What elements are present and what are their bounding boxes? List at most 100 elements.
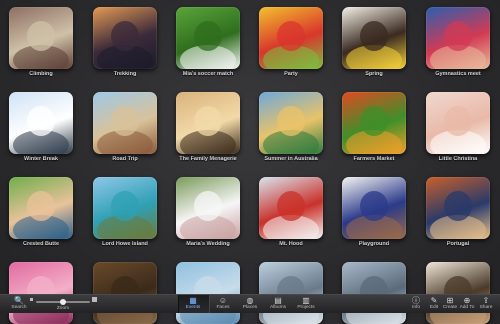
event-album[interactable]: Farmers Market xyxy=(342,92,406,162)
event-album[interactable]: The Family Menagerie xyxy=(176,92,240,162)
event-album[interactable] xyxy=(93,262,157,324)
event-thumbnail[interactable] xyxy=(176,7,240,69)
event-album[interactable]: Crested Butte xyxy=(9,177,73,247)
photo-subject xyxy=(27,21,55,51)
event-title: Portugal xyxy=(446,241,470,247)
event-album[interactable] xyxy=(9,262,73,324)
tab-places[interactable]: ◍ Places xyxy=(238,296,262,311)
zoom-small-icon xyxy=(30,298,33,301)
zoom-slider-knob[interactable] xyxy=(60,299,66,305)
event-album[interactable] xyxy=(342,262,406,324)
event-thumbnail[interactable] xyxy=(259,92,323,154)
tab-events[interactable]: ▦ Events xyxy=(181,296,205,311)
action-label: Share xyxy=(479,305,493,310)
event-thumbnail[interactable] xyxy=(176,177,240,239)
event-thumbnail[interactable] xyxy=(342,177,406,239)
event-album[interactable]: Playground xyxy=(342,177,406,247)
tab-faces[interactable]: ☺ Faces xyxy=(211,296,235,311)
event-title: Maria's Wedding xyxy=(186,241,230,247)
event-thumbnail[interactable] xyxy=(426,177,490,239)
zoom-control: Zoom xyxy=(30,296,97,313)
event-thumbnail[interactable] xyxy=(259,177,323,239)
photo-subject xyxy=(111,106,139,136)
event-thumbnail[interactable] xyxy=(93,262,157,324)
event-title: Summer in Australia xyxy=(264,156,318,162)
event-thumbnail[interactable] xyxy=(9,262,73,324)
tab-label: Faces xyxy=(216,305,230,310)
info-button[interactable]: ⓘ Info xyxy=(407,296,425,311)
places-icon: ◍ xyxy=(246,296,254,305)
event-album[interactable]: Spring xyxy=(342,7,406,77)
event-album[interactable]: Trekking xyxy=(93,7,157,77)
event-thumbnail[interactable] xyxy=(9,7,73,69)
photo-subject xyxy=(360,21,388,51)
photo-subject xyxy=(277,21,305,51)
event-thumbnail[interactable] xyxy=(176,262,240,324)
events-grid: Climbing Trekking Mia's soccer match Party S… xyxy=(0,0,500,324)
zoom-large-icon xyxy=(92,297,97,302)
event-thumbnail[interactable] xyxy=(93,7,157,69)
action-label: Info xyxy=(411,305,420,310)
event-thumbnail[interactable] xyxy=(9,92,73,154)
tab-projects[interactable]: ▥ Projects xyxy=(294,296,318,311)
event-title: Playground xyxy=(358,241,390,247)
zoom-label: Zoom xyxy=(56,306,70,311)
tab-albums[interactable]: ▤ Albums xyxy=(266,296,290,311)
event-thumbnail[interactable] xyxy=(342,262,406,324)
event-title: Party xyxy=(284,71,298,77)
event-title: Little Christina xyxy=(438,156,478,162)
event-thumbnail[interactable] xyxy=(426,7,490,69)
event-album[interactable]: Winter Break xyxy=(9,92,73,162)
event-thumbnail[interactable] xyxy=(259,7,323,69)
event-album[interactable]: Gymnastics meet xyxy=(426,7,490,77)
event-thumbnail[interactable] xyxy=(342,92,406,154)
event-album[interactable]: Road Trip xyxy=(93,92,157,162)
event-thumbnail[interactable] xyxy=(93,92,157,154)
action-label: Add To xyxy=(459,305,475,310)
create-button[interactable]: ⊞ Create xyxy=(441,296,459,311)
event-title: Mia's soccer match xyxy=(182,71,234,77)
search-label: Search xyxy=(11,305,27,310)
zoom-slider[interactable] xyxy=(36,299,90,305)
event-title: The Family Menagerie xyxy=(179,156,237,162)
event-album[interactable]: Climbing xyxy=(9,7,73,77)
event-album[interactable]: Mt. Hood xyxy=(259,177,323,247)
event-title: Gymnastics meet xyxy=(435,71,481,77)
event-thumbnail[interactable] xyxy=(93,177,157,239)
event-album[interactable]: Portugal xyxy=(426,177,490,247)
photo-subject xyxy=(444,106,472,136)
event-album[interactable]: Party xyxy=(259,7,323,77)
event-album[interactable]: Summer in Australia xyxy=(259,92,323,162)
event-thumbnail[interactable] xyxy=(426,262,490,324)
event-title: Crested Butte xyxy=(22,241,60,247)
tab-label: Albums xyxy=(270,305,286,310)
event-title: Spring xyxy=(365,71,383,77)
events-icon: ▦ xyxy=(189,296,197,305)
add-to-button[interactable]: ⊕ Add To xyxy=(458,296,476,311)
event-thumbnail[interactable] xyxy=(176,92,240,154)
event-thumbnail[interactable] xyxy=(9,177,73,239)
event-title: Lord Howe Island xyxy=(102,241,148,247)
event-thumbnail[interactable] xyxy=(259,262,323,324)
photo-subject xyxy=(444,21,472,51)
event-thumbnail[interactable] xyxy=(342,7,406,69)
create-icon: ⊞ xyxy=(446,296,454,305)
bottom-toolbar: 🔍 Search Zoom ▦ Events ☺ Faces ◍ Places ▤ Album… xyxy=(0,294,500,313)
action-label: Create xyxy=(442,305,458,310)
event-album[interactable] xyxy=(259,262,323,324)
event-album[interactable] xyxy=(176,262,240,324)
event-album[interactable] xyxy=(426,262,490,324)
info-icon: ⓘ xyxy=(412,296,420,305)
photo-subject xyxy=(111,191,139,221)
tab-label: Projects xyxy=(297,305,315,310)
faces-icon: ☺ xyxy=(218,296,228,305)
event-album[interactable]: Little Christina xyxy=(426,92,490,162)
event-thumbnail[interactable] xyxy=(426,92,490,154)
photo-subject xyxy=(194,191,222,221)
event-album[interactable]: Lord Howe Island xyxy=(93,177,157,247)
search-button[interactable]: 🔍 Search xyxy=(7,296,31,311)
event-title: Winter Break xyxy=(24,156,58,162)
event-album[interactable]: Mia's soccer match xyxy=(176,7,240,77)
share-button[interactable]: ⇪ Share xyxy=(477,296,495,311)
event-album[interactable]: Maria's Wedding xyxy=(176,177,240,247)
